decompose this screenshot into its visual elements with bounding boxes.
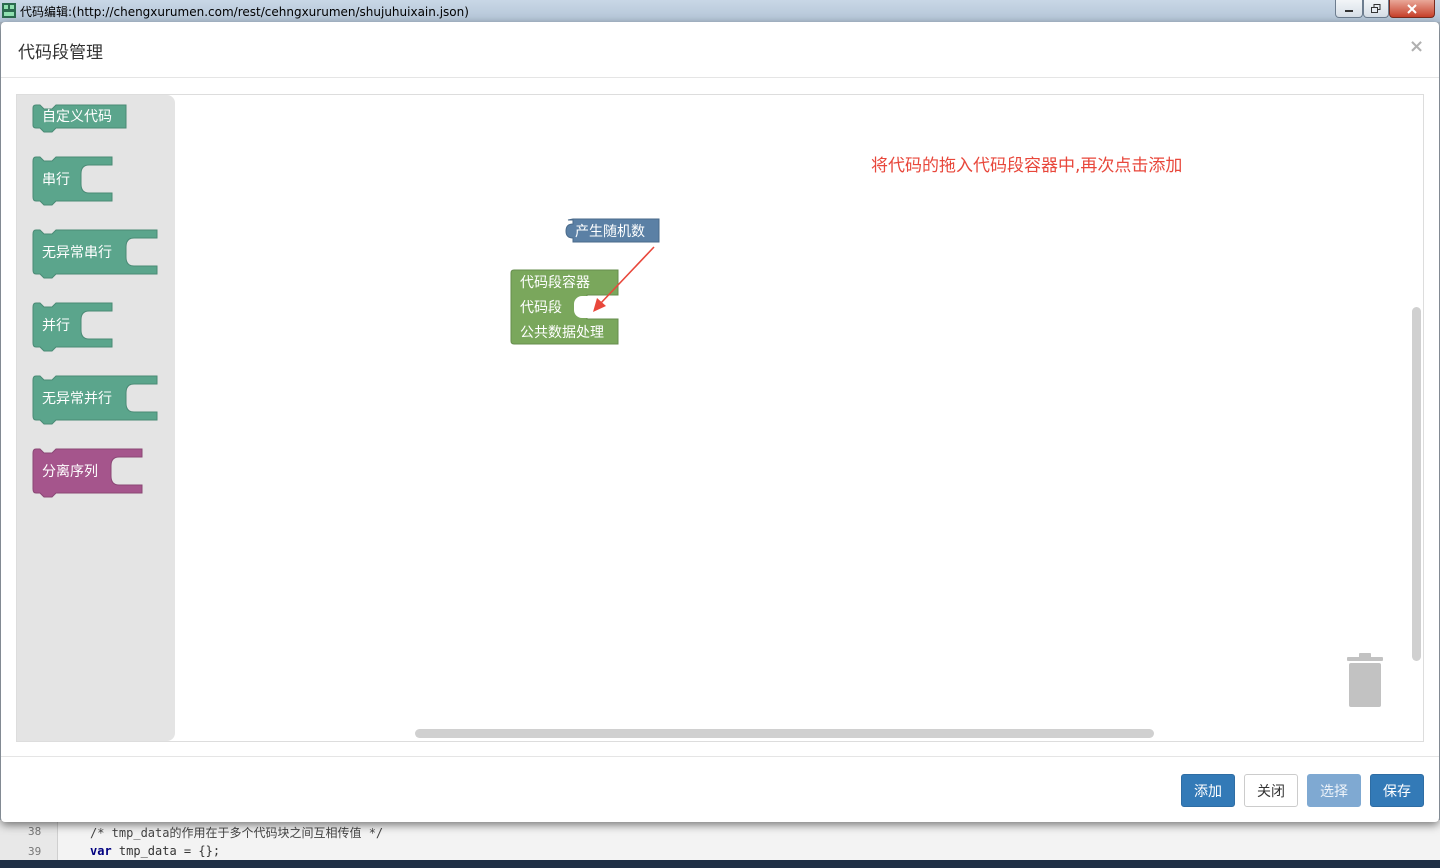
close-button[interactable]: 关闭 (1244, 774, 1298, 807)
window-titlebar: 代码编辑:(http://chengxurumen.com/rest/cehng… (0, 0, 1440, 22)
minimize-icon (1345, 9, 1353, 12)
editor-gutter: 38 39 (0, 820, 58, 860)
close-icon (1407, 3, 1417, 14)
toolbox-block-detach-sequence[interactable]: 分离序列 (32, 448, 143, 498)
toolbox-block-serial[interactable]: 串行 (32, 156, 113, 206)
modal-header: 代码段管理 × (1, 22, 1439, 78)
taskbar (0, 860, 1440, 868)
maximize-button[interactable] (1363, 0, 1389, 18)
canvas-block-label: 产生随机数 (575, 224, 645, 240)
toolbox-block-custom-code[interactable]: 自定义代码 (32, 104, 127, 133)
canvas-block-random-number[interactable]: 产生随机数 (565, 218, 660, 243)
background-code-editor: 38 39 /* tmp_data的作用在于多个代码块之间互相传值 */ var… (0, 820, 1440, 860)
window-title: 代码编辑:(http://chengxurumen.com/rest/cehng… (20, 5, 469, 19)
container-bottom-label: 公共数据处理 (520, 325, 604, 341)
vertical-scrollbar[interactable] (1412, 307, 1421, 661)
app-icon (2, 3, 16, 18)
snippet-manager-modal: 代码段管理 × 自定义代码 串行 无异常串行 并行 无异常并行 分离序列 产生随… (1, 22, 1439, 822)
trash-icon[interactable] (1345, 653, 1385, 709)
instruction-hint: 将代码的拖入代码段容器中,再次点击添加 (871, 156, 1183, 176)
minimize-button[interactable] (1335, 0, 1363, 18)
modal-title: 代码段管理 (18, 43, 103, 63)
toolbox-block-label: 分离序列 (42, 463, 98, 480)
modal-close-icon[interactable]: × (1409, 36, 1424, 57)
select-button[interactable]: 选择 (1307, 774, 1361, 807)
code-text: tmp_data = {}; (111, 844, 221, 858)
add-button[interactable]: 添加 (1181, 774, 1235, 807)
container-slot-label: 代码段 (520, 300, 562, 316)
code-line: /* tmp_data的作用在于多个代码块之间互相传值 */ (90, 826, 384, 840)
toolbox-block-parallel[interactable]: 并行 (32, 302, 113, 352)
toolbox-block-label: 自定义代码 (42, 109, 112, 125)
container-title: 代码段容器 (520, 274, 590, 291)
save-button[interactable]: 保存 (1370, 774, 1424, 807)
toolbox-block-label: 并行 (42, 318, 70, 334)
line-number: 39 (28, 845, 42, 858)
code-keyword: var (90, 844, 112, 858)
modal-footer: 添加 关闭 选择 保存 (1, 756, 1439, 822)
toolbox-block-label: 无异常并行 (42, 391, 112, 407)
window-close-button[interactable] (1389, 0, 1435, 18)
toolbox-block-label: 串行 (42, 172, 70, 188)
horizontal-scrollbar[interactable] (415, 729, 1154, 738)
line-number: 38 (28, 825, 42, 838)
restore-icon (1371, 3, 1381, 13)
toolbox-block-safe-serial[interactable]: 无异常串行 (32, 229, 158, 279)
toolbox-block-label: 无异常串行 (42, 245, 112, 261)
toolbox-block-safe-parallel[interactable]: 无异常并行 (32, 375, 158, 425)
block-workspace[interactable]: 自定义代码 串行 无异常串行 并行 无异常并行 分离序列 产生随机数 代码段容器… (16, 94, 1424, 742)
container-slot[interactable] (574, 296, 598, 318)
block-canvas: 自定义代码 串行 无异常串行 并行 无异常并行 分离序列 产生随机数 代码段容器… (32, 104, 660, 498)
code-line: var tmp_data = {}; (90, 844, 220, 858)
